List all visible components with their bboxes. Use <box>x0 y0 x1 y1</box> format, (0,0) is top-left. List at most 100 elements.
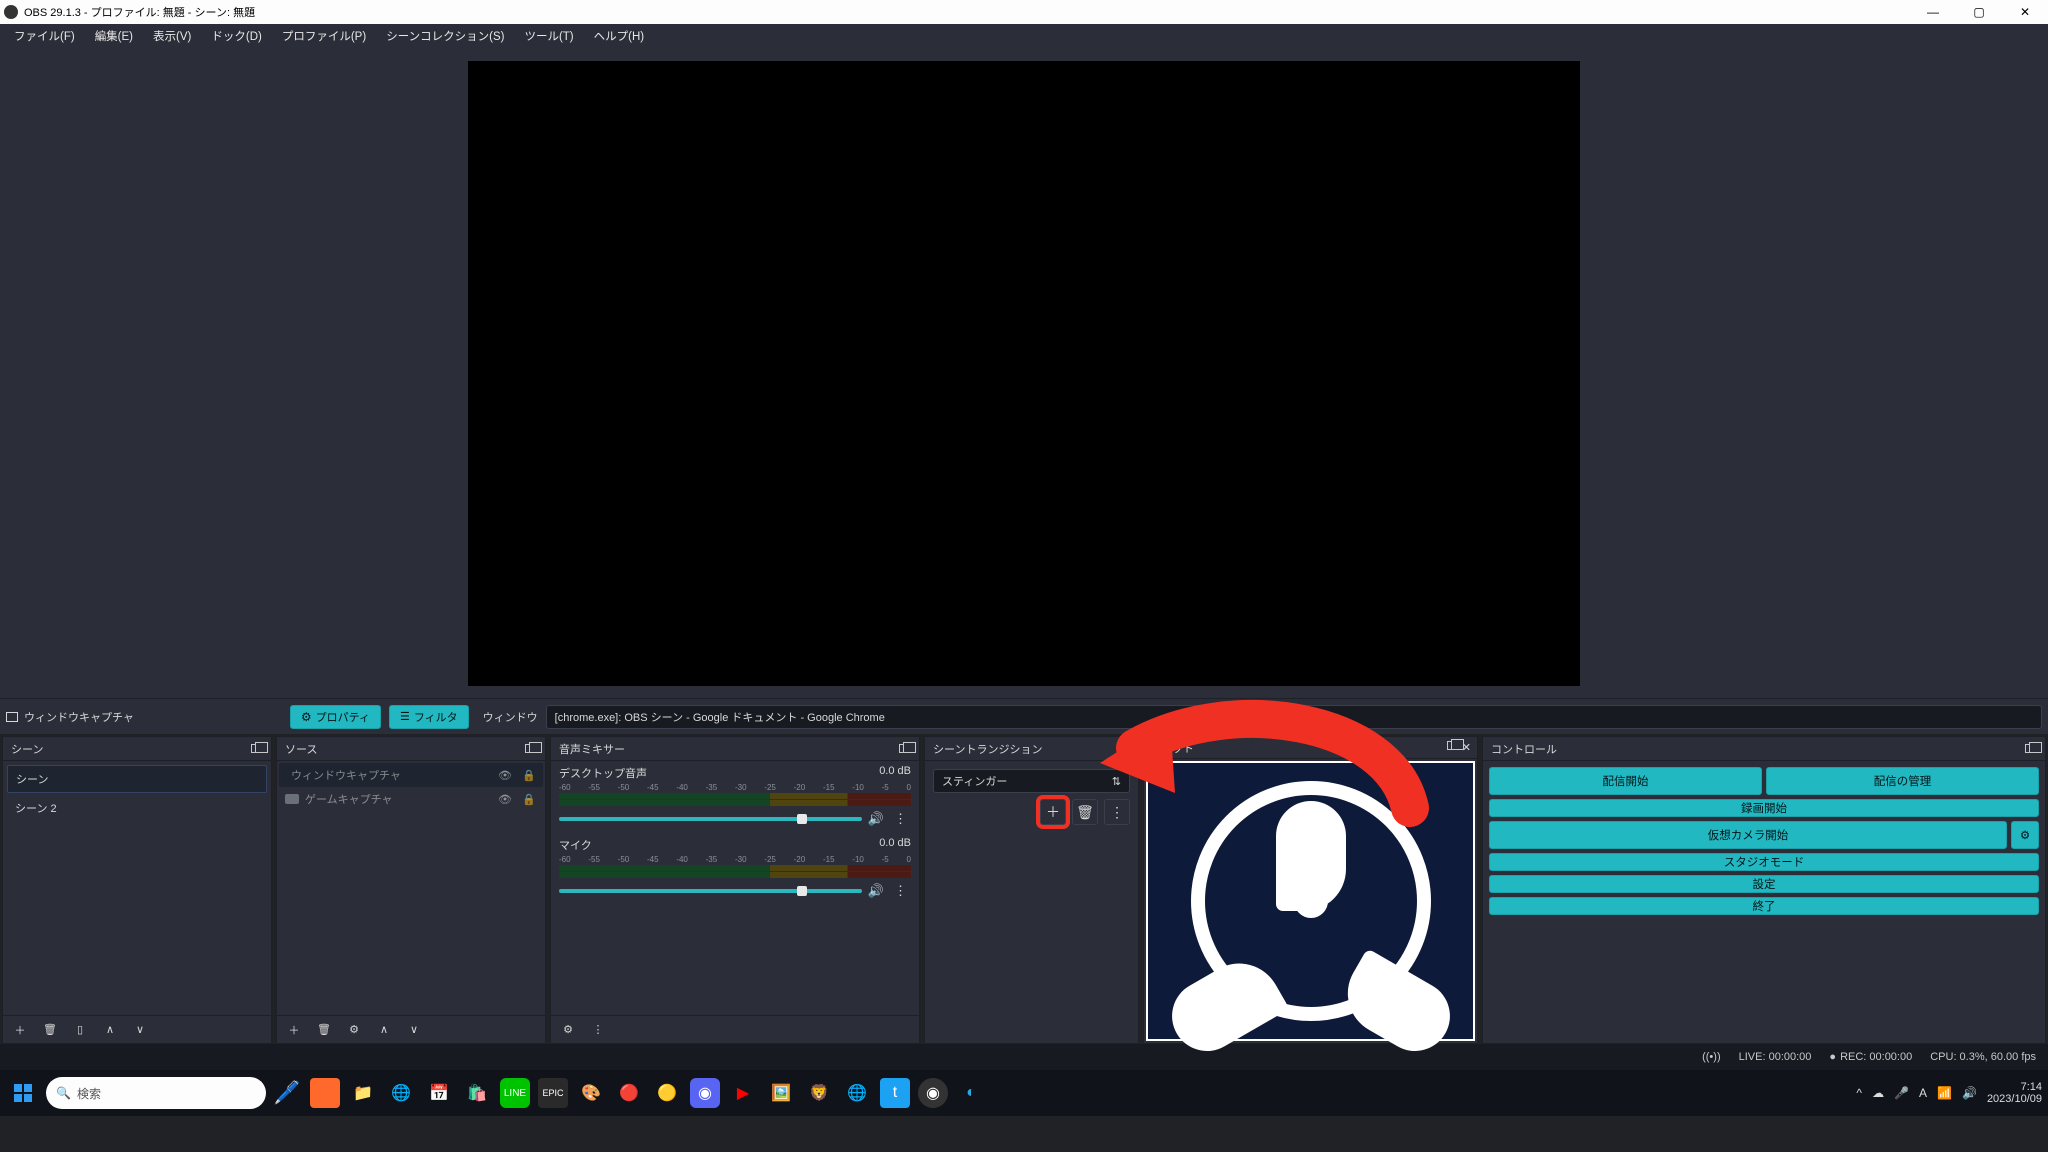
search-icon: 🔍 <box>56 1086 71 1100</box>
speaker-icon[interactable]: 🔊 <box>868 883 884 899</box>
transition-select-dropdown[interactable]: スティンガー ⇅ <box>933 769 1130 793</box>
source-visibility-toggle[interactable]: 👁 <box>497 769 513 782</box>
taskbar-edge-icon[interactable]: 🌐 <box>386 1078 416 1108</box>
transition-properties-button[interactable]: ⋮ <box>1104 799 1130 825</box>
source-visibility-toggle[interactable]: 👁 <box>497 793 513 806</box>
source-move-down-button[interactable]: ∨ <box>403 1019 425 1041</box>
window-select-dropdown[interactable]: [chrome.exe]: OBS シーン - Google ドキュメント - … <box>546 705 2042 729</box>
scenes-popout-button[interactable] <box>249 742 263 756</box>
scene-move-down-button[interactable]: ∨ <box>129 1019 151 1041</box>
taskbar-search-input[interactable]: 🔍 検索 <box>46 1077 266 1109</box>
remove-transition-button[interactable]: 🗑 <box>1072 799 1098 825</box>
menu-view[interactable]: 表示(V) <box>143 26 201 46</box>
taskbar-youtube-icon[interactable]: ▶ <box>728 1078 758 1108</box>
taskbar-epic-icon[interactable]: EPIC <box>538 1078 568 1108</box>
add-transition-button[interactable]: ＋ <box>1040 799 1066 825</box>
menu-scene-collection[interactable]: シーンコレクション(S) <box>376 26 514 46</box>
tray-onedrive-icon[interactable]: ☁ <box>1872 1086 1884 1100</box>
taskbar-app-icon[interactable]: ◐ <box>956 1078 986 1108</box>
mixer-volume-slider[interactable] <box>559 889 862 893</box>
settings-button[interactable]: 設定 <box>1489 875 2039 893</box>
sources-list[interactable]: ウィンドウキャプチャ 👁 🔒 ゲームキャプチャ 👁 🔒 <box>277 761 545 1015</box>
filters-button[interactable]: ☰ フィルタ <box>389 705 469 729</box>
controls-popout-button[interactable] <box>2023 742 2037 756</box>
source-properties-button[interactable]: ⚙ <box>343 1019 365 1041</box>
start-recording-button[interactable]: 録画開始 <box>1489 799 2039 817</box>
properties-button[interactable]: ⚙ プロパティ <box>290 705 381 729</box>
taskbar-explorer-icon[interactable]: 📁 <box>348 1078 378 1108</box>
start-streaming-button[interactable]: 配信開始 <box>1489 767 1762 795</box>
menu-file[interactable]: ファイル(F) <box>4 26 85 46</box>
source-item[interactable]: ウィンドウキャプチャ 👁 🔒 <box>279 763 543 787</box>
taskbar-twitter-icon[interactable]: t <box>880 1078 910 1108</box>
chat-popout-button[interactable] <box>1447 741 1458 754</box>
menu-help[interactable]: ヘルプ(H) <box>584 26 654 46</box>
windows-taskbar: 🔍 検索 🖊️ 📁 🌐 📅 🛍️ LINE EPIC 🎨 🔴 🟡 ◉ ▶ 🖼️ … <box>0 1070 2048 1116</box>
add-source-button[interactable]: ＋ <box>283 1019 305 1041</box>
window-minimize-button[interactable]: — <box>1910 0 1956 24</box>
manage-streaming-button[interactable]: 配信の管理 <box>1766 767 2039 795</box>
source-lock-toggle[interactable]: 🔒 <box>521 793 537 806</box>
scenes-dock: シーン シーン シーン 2 ＋ 🗑 ▯ ∧ ∨ <box>2 736 272 1044</box>
taskbar-app-icon[interactable]: 🖊️ <box>272 1078 302 1108</box>
taskbar-chrome-icon[interactable]: 🟡 <box>652 1078 682 1108</box>
menu-tools[interactable]: ツール(T) <box>514 26 583 46</box>
menu-edit[interactable]: 編集(E) <box>85 26 143 46</box>
scene-item[interactable]: シーン 2 <box>7 795 267 821</box>
controls-dock-title: コントロール <box>1491 741 1557 757</box>
mixer-advanced-button[interactable]: ⚙ <box>557 1019 579 1041</box>
mixer-popout-button[interactable] <box>897 742 911 756</box>
menu-profile[interactable]: プロファイル(P) <box>272 26 376 46</box>
taskbar-app-icon[interactable]: 🎨 <box>576 1078 606 1108</box>
speaker-icon[interactable]: 🔊 <box>868 811 884 827</box>
remove-scene-button[interactable]: 🗑 <box>39 1019 61 1041</box>
menu-dock[interactable]: ドック(D) <box>201 26 271 46</box>
taskbar-clock[interactable]: 7:14 2023/10/09 <box>1987 1081 2042 1105</box>
remove-source-button[interactable]: 🗑 <box>313 1019 335 1041</box>
mixer-channel-menu-button[interactable]: ⋮ <box>890 809 911 829</box>
mixer-channel-db: 0.0 dB <box>879 837 911 853</box>
scene-filter-button[interactable]: ▯ <box>69 1019 91 1041</box>
tray-mic-icon[interactable]: 🎤 <box>1894 1086 1909 1100</box>
scene-move-up-button[interactable]: ∧ <box>99 1019 121 1041</box>
tray-language-icon[interactable]: A <box>1919 1086 1927 1100</box>
window-select-label: ウィンドウ <box>483 709 538 725</box>
taskbar-store-icon[interactable]: 🛍️ <box>462 1078 492 1108</box>
taskbar-calendar-icon[interactable]: 📅 <box>424 1078 454 1108</box>
transitions-dock-title: シーントランジション <box>933 741 1042 757</box>
record-dot-icon: ● <box>1829 1051 1836 1063</box>
mixer-channel-menu-button[interactable]: ⋮ <box>890 881 911 901</box>
taskbar-chrome-icon[interactable]: 🌐 <box>842 1078 872 1108</box>
window-close-button[interactable]: ✕ <box>2002 0 2048 24</box>
taskbar-brave-icon[interactable]: 🦁 <box>804 1078 834 1108</box>
tray-wifi-icon[interactable]: 📶 <box>1937 1086 1952 1100</box>
taskbar-line-icon[interactable]: LINE <box>500 1078 530 1108</box>
taskbar-app-icon[interactable] <box>310 1078 340 1108</box>
taskbar-app-icon[interactable]: 🔴 <box>614 1078 644 1108</box>
scene-item[interactable]: シーン <box>7 765 267 793</box>
mixer-menu-button[interactable]: ⋮ <box>587 1019 609 1041</box>
start-virtual-camera-button[interactable]: 仮想カメラ開始 <box>1489 821 2007 849</box>
taskbar-obs-icon[interactable]: ◉ <box>918 1078 948 1108</box>
tray-chevron-up-icon[interactable]: ^ <box>1856 1086 1862 1100</box>
preview-canvas[interactable] <box>468 61 1580 686</box>
taskbar-app-icon[interactable]: 🖼️ <box>766 1078 796 1108</box>
start-button[interactable] <box>6 1076 40 1110</box>
virtual-camera-settings-button[interactable]: ⚙ <box>2011 821 2039 849</box>
sources-popout-button[interactable] <box>523 742 537 756</box>
taskbar-discord-icon[interactable]: ◉ <box>690 1078 720 1108</box>
scenes-list[interactable]: シーン シーン 2 <box>3 761 271 1015</box>
studio-mode-button[interactable]: スタジオモード <box>1489 853 2039 871</box>
mixer-volume-slider[interactable] <box>559 817 862 821</box>
gear-icon: ⚙ <box>301 710 312 724</box>
tray-volume-icon[interactable]: 🔊 <box>1962 1086 1977 1100</box>
source-lock-toggle[interactable]: 🔒 <box>521 769 537 782</box>
status-live: LIVE: 00:00:00 <box>1739 1051 1812 1063</box>
window-maximize-button[interactable]: ▢ <box>1956 0 2002 24</box>
popout-icon <box>899 744 910 753</box>
add-scene-button[interactable]: ＋ <box>9 1019 31 1041</box>
mixer-channel-name: デスクトップ音声 <box>559 765 647 781</box>
exit-button[interactable]: 終了 <box>1489 897 2039 915</box>
source-item[interactable]: ゲームキャプチャ 👁 🔒 <box>279 787 543 811</box>
source-move-up-button[interactable]: ∧ <box>373 1019 395 1041</box>
